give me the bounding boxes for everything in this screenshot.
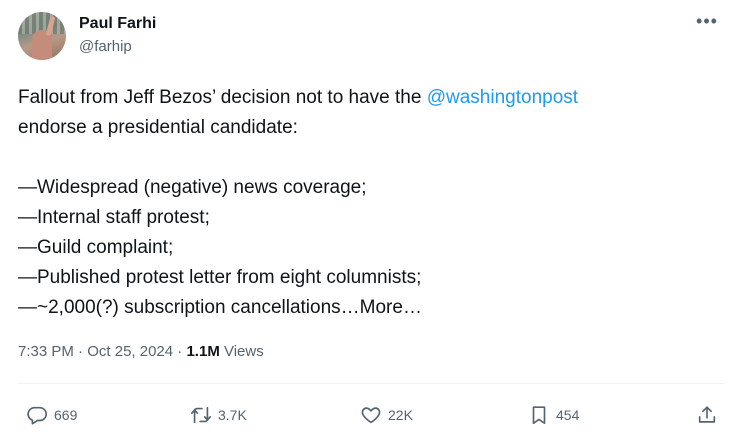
like-count: 22K — [388, 407, 413, 423]
avatar[interactable] — [18, 12, 66, 60]
repost-button[interactable]: 3.7K — [190, 398, 247, 432]
bookmark-count: 454 — [556, 407, 580, 423]
like-button[interactable]: 22K — [360, 398, 413, 432]
action-bar: 669 3.7K 22K 454 — [22, 398, 720, 432]
show-more-link[interactable]: More… — [360, 297, 422, 318]
author-handle[interactable]: @farhip — [79, 38, 132, 55]
tweet-text: Fallout from Jeff Bezos’ decision not to… — [18, 83, 718, 323]
tweet-date[interactable]: Oct 25, 2024 — [87, 343, 173, 360]
reply-count: 669 — [54, 407, 78, 423]
author-name[interactable]: Paul Farhi — [79, 15, 156, 33]
tweet-line-text: Fallout from Jeff Bezos’ decision not to… — [18, 87, 427, 108]
heart-icon — [361, 407, 381, 424]
share-icon — [698, 406, 716, 423]
mention-link[interactable]: @washingtonpost — [427, 87, 578, 108]
tweet-card: Paul Farhi @farhip ••• Fallout from Jeff… — [0, 0, 742, 442]
meta-separator: · — [73, 343, 88, 360]
reply-icon — [27, 406, 47, 425]
tweet-line: endorse a presidential candidate: — [18, 117, 298, 138]
share-button[interactable] — [696, 398, 718, 432]
tweet-list-item: —Internal staff protest; — [18, 207, 210, 228]
meta-separator: · — [173, 343, 187, 360]
tweet-time[interactable]: 7:33 PM — [18, 343, 74, 360]
bookmark-icon — [532, 406, 546, 425]
views-count[interactable]: 1.1M — [186, 343, 219, 360]
tweet-list-item: —Widespread (negative) news coverage; — [18, 177, 367, 198]
repost-count: 3.7K — [218, 407, 247, 423]
divider — [18, 383, 724, 384]
tweet-meta: 7:33 PM · Oct 25, 2024 · 1.1M Views — [18, 343, 264, 360]
tweet-list-item: —Published protest letter from eight col… — [18, 267, 422, 288]
tweet-list-item: —~2,000(?) subscription cancellations…Mo… — [18, 293, 718, 323]
repost-icon — [191, 406, 211, 424]
more-options-button[interactable]: ••• — [692, 12, 722, 34]
tweet-line: Fallout from Jeff Bezos’ decision not to… — [18, 83, 718, 113]
views-label: Views — [219, 343, 264, 360]
more-horizontal-icon: ••• — [696, 11, 718, 31]
tweet-list-item: —Guild complaint; — [18, 237, 174, 258]
bookmark-button[interactable]: 454 — [528, 398, 579, 432]
reply-button[interactable]: 669 — [26, 398, 77, 432]
tweet-list-item-text: —~2,000(?) subscription cancellations… — [18, 297, 360, 318]
